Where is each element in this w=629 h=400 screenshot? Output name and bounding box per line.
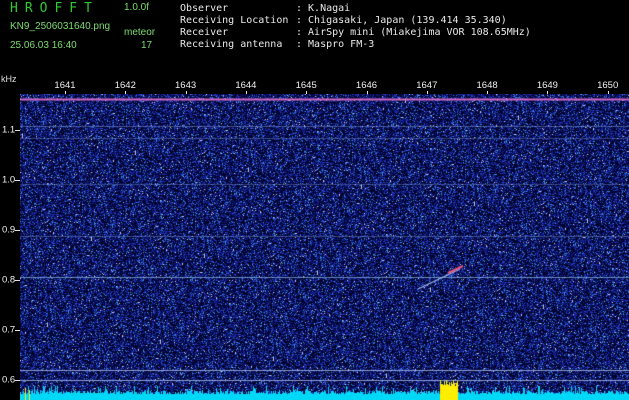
receiver-label: Receiver [180, 27, 229, 38]
x-tick-label: 1647 [416, 80, 438, 91]
header-panel: HROFFT 1.0.0f KN9_2506031640.png meteor … [0, 0, 629, 76]
spectrogram-plot[interactable] [20, 94, 629, 400]
x-tick-label: 1645 [295, 80, 317, 91]
y-tick-label: 0.7 [2, 324, 16, 336]
mode-label: meteor [124, 27, 156, 38]
app-title: HROFFT [10, 1, 99, 16]
app-version: 1.0.0f [124, 2, 150, 13]
x-tick-label: 1643 [175, 80, 197, 91]
x-tick-label: 1646 [355, 80, 378, 91]
receiver-value: : AirSpy mini (Miakejima VOR 108.65MHz) [296, 27, 531, 38]
location-label: Receiving Location [180, 15, 289, 26]
detection-count: 17 [141, 40, 153, 51]
x-tick-label: 1644 [235, 80, 257, 91]
y-tick-label: 1.0 [2, 174, 16, 186]
image-filename: KN9_2506031640.png [10, 21, 111, 32]
observer-value: : K.Nagai [296, 3, 351, 14]
y-tick-label: 0.9 [2, 224, 16, 236]
x-tick-label: 1642 [114, 80, 136, 91]
datetime-label: 25.06.03 16:40 [10, 40, 77, 51]
antenna-value: : Maspro FM-3 [296, 39, 375, 50]
y-tick-label: 1.1 [2, 124, 16, 136]
observer-label: Observer [180, 3, 229, 14]
location-value: : Chigasaki, Japan (139.414 35.340) [296, 15, 507, 26]
y-unit-label: kHz [1, 74, 17, 84]
y-tick-label: 0.8 [2, 274, 16, 286]
x-tick-label: 1641 [54, 80, 76, 91]
spectrogram-canvas[interactable] [20, 94, 629, 400]
y-tick-label: 0.6 [2, 374, 16, 386]
x-tick-label: 1650 [597, 80, 619, 91]
antenna-label: Receiving antenna [180, 39, 283, 50]
y-axis [0, 94, 20, 400]
x-tick-label: 1648 [476, 80, 498, 91]
x-tick-label: 1649 [536, 80, 558, 91]
